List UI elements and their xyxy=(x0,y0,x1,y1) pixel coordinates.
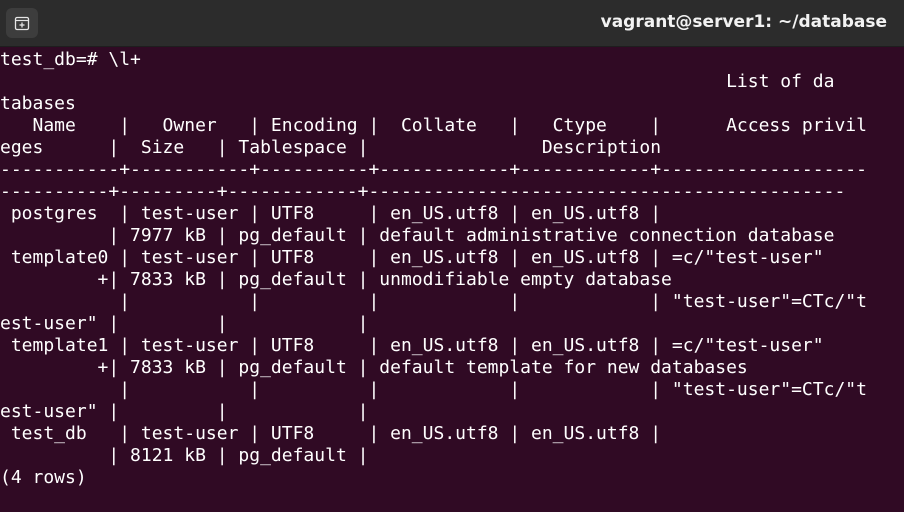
new-tab-button[interactable] xyxy=(6,8,38,38)
table-row: postgres | test-user | UTF8 | en_US.utf8… xyxy=(0,203,662,224)
table-row: test_db | test-user | UTF8 | en_US.utf8 … xyxy=(0,423,662,444)
table-row: template0 | test-user | UTF8 | en_US.utf… xyxy=(0,247,824,268)
table-row: est-user" | | | xyxy=(0,313,369,334)
table-row: | 7977 kB | pg_default | default adminis… xyxy=(0,225,835,246)
prompt-line: test_db=# \l+ xyxy=(0,49,141,70)
new-tab-icon xyxy=(14,16,30,31)
table-row: | | | | | "test-user"=CTc/"t xyxy=(0,291,867,312)
output-line: List of da xyxy=(0,71,835,92)
title-bar: vagrant@server1: ~/database xyxy=(0,0,904,47)
table-row: +| 7833 kB | pg_default | unmodifiable e… xyxy=(0,269,672,290)
table-header: eges | Size | Tablespace | Description xyxy=(0,137,662,158)
table-row: +| 7833 kB | pg_default | default templa… xyxy=(0,357,748,378)
table-row: template1 | test-user | UTF8 | en_US.utf… xyxy=(0,335,824,356)
table-row: | | | | | "test-user"=CTc/"t xyxy=(0,379,867,400)
table-header: Name | Owner | Encoding | Collate | Ctyp… xyxy=(0,115,867,136)
terminal-output[interactable]: test_db=# \l+ List of da tabases Name | … xyxy=(0,49,904,512)
table-separator: -----------+-----------+----------+-----… xyxy=(0,159,867,180)
row-count: (4 rows) xyxy=(0,467,87,488)
terminal-window: vagrant@server1: ~/database test_db=# \l… xyxy=(0,0,904,512)
output-line: tabases xyxy=(0,93,76,114)
table-row: | 8121 kB | pg_default | xyxy=(0,445,369,466)
table-separator: ----------+---------+------------+------… xyxy=(0,181,846,202)
window-title: vagrant@server1: ~/database xyxy=(600,12,887,32)
table-row: est-user" | | | xyxy=(0,401,369,422)
